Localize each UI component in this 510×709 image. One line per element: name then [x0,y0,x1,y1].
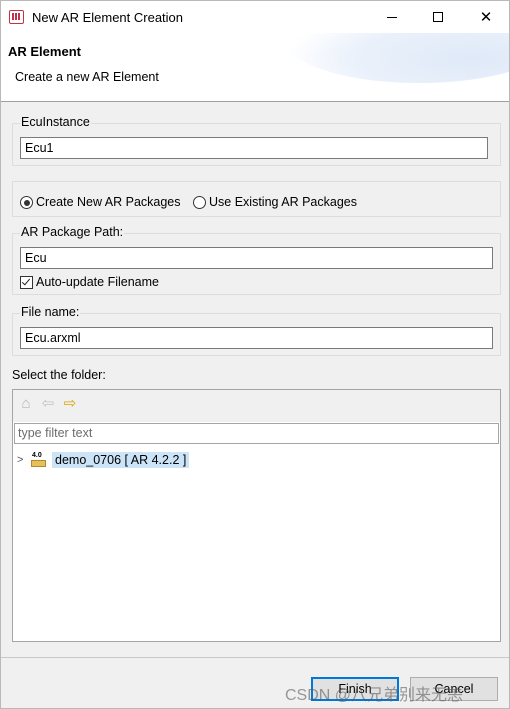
tree-item-project[interactable]: > 4.0 demo_0706 [ AR 4.2.2 ] [17,450,190,469]
window-title: New AR Element Creation [32,10,184,25]
tree-item-label[interactable]: demo_0706 [ AR 4.2.2 ] [52,451,190,468]
minimize-button[interactable] [369,1,415,33]
folder-panel: ⌂ ⇦ ⇨ type filter text > 4.0 demo_0706 [… [12,389,501,642]
close-button[interactable]: ✕ [463,1,509,33]
ar-project-icon: 4.0 [31,452,47,468]
create-new-packages-radio[interactable] [20,196,33,209]
use-existing-packages-label[interactable]: Use Existing AR Packages [209,195,357,209]
ar-project-icon-badge: 4.0 [32,451,42,459]
forward-icon[interactable]: ⇨ [61,395,79,413]
chevron-right-icon[interactable]: > [17,454,27,466]
ecu-instance-label: EcuInstance [20,115,91,129]
app-icon [9,10,24,24]
close-icon: ✕ [479,9,493,26]
auto-update-filename-label[interactable]: Auto-update Filename [36,275,159,289]
wizard-header: AR Element Create a new AR Element [1,33,509,101]
package-path-field[interactable]: Ecu [20,247,493,269]
package-path-label: AR Package Path: [20,225,125,239]
create-new-packages-label[interactable]: Create New AR Packages [36,195,181,209]
checkmark-icon [21,276,31,286]
folder-toolbar: ⌂ ⇦ ⇨ [13,390,500,422]
footer-divider [1,657,509,658]
wizard-title: AR Element [8,44,81,59]
select-folder-label: Select the folder: [12,368,106,382]
file-name-field[interactable]: Ecu.arxml [20,327,493,349]
use-existing-packages-radio[interactable] [193,196,206,209]
title-bar[interactable]: New AR Element Creation ✕ [1,1,509,33]
file-name-label: File name: [20,305,81,319]
header-divider [1,101,509,102]
auto-update-filename-checkbox[interactable] [20,276,33,289]
wizard-subtitle: Create a new AR Element [15,70,159,84]
dialog-window: New AR Element Creation ✕ AR Element Cre… [0,0,510,709]
filter-input[interactable]: type filter text [14,423,499,444]
cancel-button[interactable]: Cancel [410,677,498,701]
ecu-instance-field[interactable]: Ecu1 [20,137,488,159]
finish-button[interactable]: Finish [311,677,399,701]
maximize-icon [433,12,443,22]
header-banner-graphic [289,33,509,83]
back-icon[interactable]: ⇦ [39,395,57,413]
home-icon[interactable]: ⌂ [17,395,35,413]
maximize-button[interactable] [415,1,461,33]
minimize-icon [387,16,397,18]
